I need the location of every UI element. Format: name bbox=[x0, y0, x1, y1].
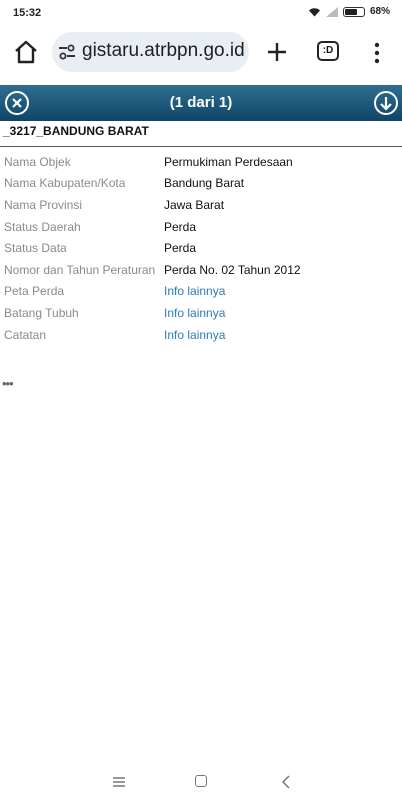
attribute-key: Peta Perda bbox=[4, 284, 65, 299]
attribute-key: Nama Kabupaten/Kota bbox=[4, 176, 126, 191]
attribute-value: Jawa Barat bbox=[164, 197, 225, 212]
info-link-catatan[interactable]: Info lainnya bbox=[164, 324, 301, 346]
table-row: Nama Kabupaten/Kota Bandung Barat bbox=[4, 173, 301, 195]
table-row: Catatan Info lainnya bbox=[4, 324, 301, 346]
info-link-batang-tubuh[interactable]: Info lainnya bbox=[164, 302, 301, 324]
home-icon[interactable] bbox=[12, 38, 40, 66]
popup-header: (1 dari 1) bbox=[0, 85, 402, 121]
attribute-value: Perda No. 02 Tahun 2012 bbox=[164, 262, 301, 277]
table-row: Status Daerah Perda bbox=[4, 216, 301, 238]
attribute-table: Nama Objek Permukiman Perdesaan Nama Kab… bbox=[4, 151, 301, 345]
attribute-key: Nama Provinsi bbox=[4, 197, 83, 212]
attribute-value: Perda bbox=[164, 241, 197, 256]
address-bar[interactable]: gistaru.atrbpn.go.id bbox=[52, 32, 249, 72]
popup-title: (1 dari 1) bbox=[169, 94, 233, 111]
table-row: Batang Tubuh Info lainnya bbox=[4, 302, 301, 324]
nav-home-icon[interactable] bbox=[195, 775, 207, 787]
browser-toolbar: gistaru.atrbpn.go.id :D bbox=[0, 30, 402, 78]
table-row: Nama Provinsi Jawa Barat bbox=[4, 194, 301, 216]
site-settings-icon[interactable] bbox=[58, 44, 76, 60]
url-text: gistaru.atrbpn.go.id bbox=[82, 40, 245, 61]
table-row: Status Data Perda bbox=[4, 237, 301, 259]
attribute-key: Catatan bbox=[4, 327, 47, 342]
attribute-key: Batang Tubuh bbox=[4, 305, 79, 320]
attribute-key: Status Daerah bbox=[4, 219, 81, 234]
signal-icon bbox=[325, 6, 338, 17]
arrow-down-circle-icon[interactable] bbox=[373, 90, 399, 116]
wifi-icon bbox=[308, 7, 320, 16]
clock: 15:32 bbox=[13, 7, 42, 19]
system-nav-bar bbox=[0, 764, 402, 804]
table-row: Nomor dan Tahun Peraturan Perda No. 02 T… bbox=[4, 259, 301, 281]
more-options-button[interactable]: ••• bbox=[2, 376, 14, 391]
status-icons: 68% bbox=[308, 6, 390, 17]
attribute-value: Bandung Barat bbox=[164, 176, 245, 191]
info-link-peta-perda[interactable]: Info lainnya bbox=[164, 281, 301, 303]
attribute-key: Status Data bbox=[4, 241, 67, 256]
new-tab-icon[interactable] bbox=[263, 38, 291, 66]
table-row: Nama Objek Permukiman Perdesaan bbox=[4, 151, 301, 173]
battery-icon bbox=[342, 6, 365, 17]
feature-title: _3217_BANDUNG BARAT bbox=[3, 124, 149, 138]
tab-switcher-button[interactable]: :D bbox=[317, 41, 339, 61]
more-menu-icon[interactable] bbox=[367, 40, 387, 66]
attribute-key: Nomor dan Tahun Peraturan bbox=[4, 262, 156, 277]
status-bar: 15:32 68% bbox=[0, 0, 402, 26]
attribute-value: Permukiman Perdesaan bbox=[164, 154, 293, 169]
attribute-key: Nama Objek bbox=[4, 154, 71, 169]
recents-icon[interactable] bbox=[112, 776, 126, 788]
back-icon[interactable] bbox=[280, 774, 292, 790]
table-row: Peta Perda Info lainnya bbox=[4, 281, 301, 303]
divider bbox=[0, 146, 402, 147]
battery-percent: 68% bbox=[369, 6, 390, 17]
attribute-value: Perda bbox=[164, 219, 197, 234]
